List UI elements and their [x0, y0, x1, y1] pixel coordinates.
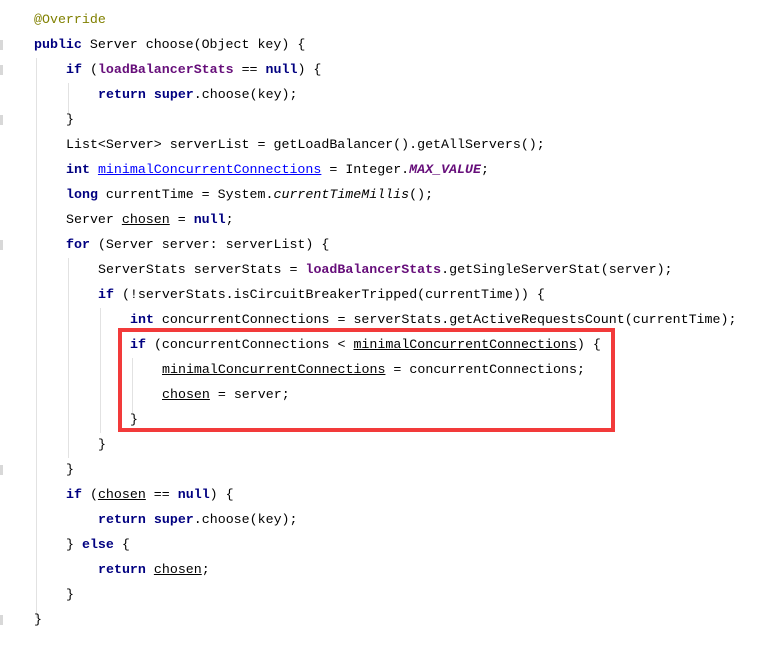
code-line[interactable]: }	[34, 457, 736, 482]
code-token: loadBalancerStats	[305, 262, 442, 277]
code-token: .choose(key);	[193, 512, 298, 527]
code-token: }	[66, 462, 74, 477]
code-token: ;	[201, 562, 210, 577]
code-line[interactable]: if (loadBalancerStats == null) {	[34, 57, 736, 82]
code-editor[interactable]: @Override public Server choose(Object key…	[34, 7, 736, 632]
code-token: =	[169, 212, 194, 227]
code-token: super	[153, 512, 194, 527]
code-token: }	[98, 437, 106, 452]
code-token: public	[34, 37, 82, 52]
code-token: ;	[225, 212, 234, 227]
code-token: ==	[145, 487, 178, 502]
code-token: for	[66, 237, 90, 252]
code-token: null	[265, 62, 298, 77]
code-token: ) {	[209, 487, 234, 502]
code-line[interactable]: @Override	[34, 7, 736, 32]
code-token: @Override	[34, 12, 106, 27]
code-line[interactable]: List<Server> serverList = getLoadBalance…	[34, 132, 736, 157]
code-line[interactable]: return chosen;	[34, 557, 736, 582]
code-token: ();	[409, 187, 434, 202]
fold-marker[interactable]	[0, 65, 3, 75]
code-line[interactable]: }	[34, 582, 736, 607]
code-line[interactable]: ServerStats serverStats = loadBalancerSt…	[34, 257, 736, 282]
code-line[interactable]: long currentTime = System.currentTimeMil…	[34, 182, 736, 207]
code-token: chosen	[153, 562, 202, 577]
code-token: chosen	[97, 487, 146, 502]
code-token: List<Server> serverList = getLoadBalance…	[66, 137, 545, 152]
code-token: }	[34, 612, 42, 627]
fold-marker[interactable]	[0, 615, 3, 625]
code-line[interactable]: }	[34, 432, 736, 457]
code-token: chosen	[121, 212, 170, 227]
code-token: return	[98, 512, 146, 527]
code-token: null	[177, 487, 210, 502]
code-token: int	[130, 312, 154, 327]
code-token: Server choose(Object key) {	[81, 37, 306, 52]
code-line[interactable]: if (chosen == null) {	[34, 482, 736, 507]
code-line[interactable]: return super.choose(key);	[34, 507, 736, 532]
code-token: return	[98, 87, 146, 102]
fold-marker[interactable]	[0, 240, 3, 250]
code-token: loadBalancerStats	[97, 62, 234, 77]
code-token: }	[66, 112, 74, 127]
code-line[interactable]: }	[34, 607, 736, 632]
code-token: }	[66, 537, 82, 552]
code-line[interactable]: int minimalConcurrentConnections = Integ…	[34, 157, 736, 182]
highlight-box	[118, 328, 615, 432]
code-line[interactable]: }	[34, 107, 736, 132]
code-token: (!serverStats.isCircuitBreakerTripped(cu…	[113, 287, 545, 302]
code-token: else	[81, 537, 114, 552]
code-token: (	[81, 62, 98, 77]
code-token: Server	[66, 212, 122, 227]
code-token: null	[193, 212, 226, 227]
code-token: ;	[480, 162, 489, 177]
code-line[interactable]: Server chosen = null;	[34, 207, 736, 232]
code-line[interactable]: public Server choose(Object key) {	[34, 32, 736, 57]
code-token: if	[66, 487, 82, 502]
code-line[interactable]: for (Server server: serverList) {	[34, 232, 736, 257]
fold-marker[interactable]	[0, 115, 3, 125]
code-token: .choose(key);	[193, 87, 298, 102]
code-token: {	[113, 537, 130, 552]
code-token: currentTimeMillis	[273, 187, 410, 202]
code-line[interactable]: return super.choose(key);	[34, 82, 736, 107]
code-token: }	[66, 587, 74, 602]
code-token: ) {	[297, 62, 322, 77]
code-token: (Server server: serverList) {	[89, 237, 330, 252]
code-token: MAX_VALUE	[409, 162, 481, 177]
code-line[interactable]: } else {	[34, 532, 736, 557]
code-token: minimalConcurrentConnections	[97, 162, 322, 177]
code-token: concurrentConnections = serverStats.getA…	[153, 312, 737, 327]
code-token: long	[66, 187, 98, 202]
code-token: return	[98, 562, 146, 577]
code-token: .getSingleServerStat(server);	[441, 262, 673, 277]
code-token: int	[66, 162, 90, 177]
code-token: (	[81, 487, 98, 502]
code-token: ServerStats serverStats =	[98, 262, 306, 277]
code-token: = Integer.	[321, 162, 410, 177]
fold-marker[interactable]	[0, 465, 3, 475]
code-token: ==	[233, 62, 266, 77]
code-token: if	[98, 287, 114, 302]
code-token: super	[153, 87, 194, 102]
fold-marker[interactable]	[0, 40, 3, 50]
code-token: currentTime = System.	[97, 187, 274, 202]
code-line[interactable]: if (!serverStats.isCircuitBreakerTripped…	[34, 282, 736, 307]
code-token: if	[66, 62, 82, 77]
